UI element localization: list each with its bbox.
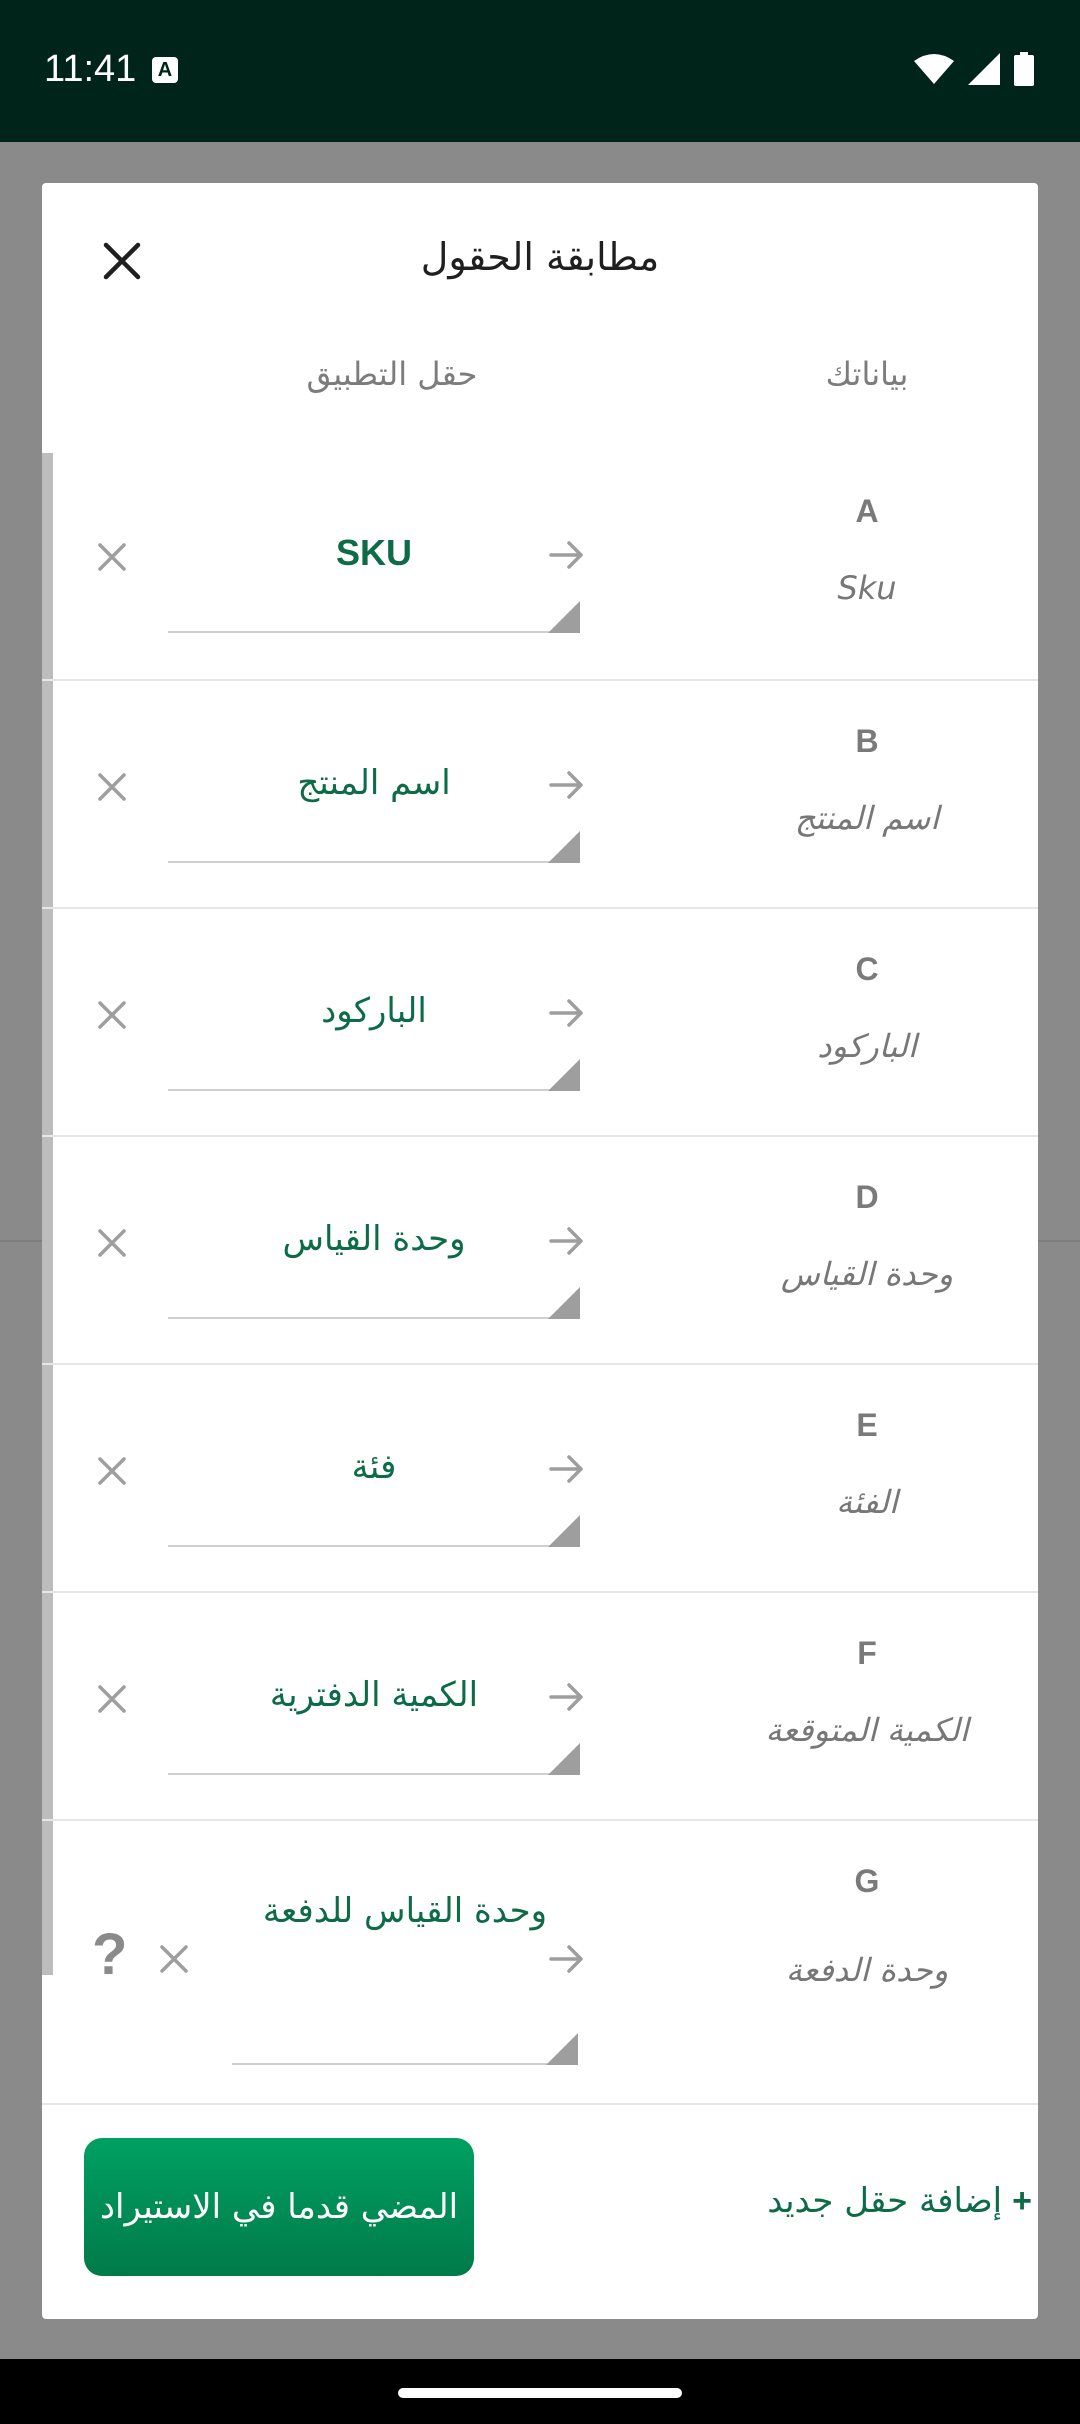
app-field-select[interactable]: وحدة القياس للدفعة: [232, 1881, 578, 2071]
column-letter: C: [855, 951, 879, 987]
source-column-name: اسم المنتج: [794, 799, 940, 837]
select-underline: [168, 1317, 580, 1319]
dropdown-corner-icon: [546, 2033, 578, 2065]
select-underline: [168, 631, 580, 633]
remove-mapping-icon[interactable]: [94, 1453, 130, 1489]
dialog-title: مطابقة الحقول: [420, 235, 660, 279]
dropdown-corner-icon: [548, 831, 580, 863]
app-field-select[interactable]: الباركود: [168, 949, 580, 1097]
dropdown-corner-icon: [548, 1287, 580, 1319]
source-column-name: Sku: [837, 569, 897, 607]
remove-mapping-icon[interactable]: [156, 1941, 192, 1977]
remove-mapping-icon[interactable]: [94, 539, 130, 575]
notification-badge-icon: A: [152, 57, 178, 83]
app-field-value: وحدة القياس للدفعة: [262, 1891, 548, 1931]
dropdown-corner-icon: [548, 601, 580, 633]
column-letter: B: [855, 723, 879, 759]
battery-icon: [1014, 52, 1034, 86]
column-header-app-field: حقل التطبيق: [306, 355, 478, 393]
status-time: 11:41: [44, 48, 137, 90]
select-underline: [168, 1089, 580, 1091]
app-field-select[interactable]: SKU: [168, 491, 580, 639]
mapping-row: A Sku SKU: [42, 451, 1038, 679]
source-column-name: وحدة القياس: [780, 1255, 954, 1293]
mapping-row: F الكمية المتوقعة الكمية الدفترية: [42, 1591, 1038, 1819]
app-field-value: الكمية الدفترية: [269, 1675, 479, 1715]
source-column-name: الفئة: [836, 1483, 898, 1521]
remove-mapping-icon[interactable]: [94, 1225, 130, 1261]
mapping-row: E الفئة فئة: [42, 1363, 1038, 1591]
add-new-field-label: إضافة حقل جديد: [767, 2181, 1003, 2221]
remove-mapping-icon[interactable]: [94, 1681, 130, 1717]
source-column-name: وحدة الدفعة: [785, 1951, 949, 1989]
app-field-select[interactable]: وحدة القياس: [168, 1177, 580, 1325]
select-underline: [168, 861, 580, 863]
plus-icon: +: [1012, 2182, 1032, 2220]
mapping-row: C الباركود الباركود: [42, 907, 1038, 1135]
app-field-value: فئة: [351, 1447, 397, 1487]
field-mapping-dialog: مطابقة الحقول بياناتك حقل التطبيق A Sku …: [42, 183, 1038, 2319]
app-field-value: وحدة القياس: [282, 1219, 466, 1259]
app-field-select[interactable]: اسم المنتج: [168, 721, 580, 869]
home-gesture-handle[interactable]: [398, 2388, 682, 2398]
mapping-row: G وحدة الدفعة وحدة القياس للدفعة ?: [42, 1819, 1038, 2109]
help-icon[interactable]: ?: [92, 1921, 127, 1988]
column-letter: F: [857, 1635, 877, 1671]
signal-icon: [968, 53, 1000, 85]
status-bar: 11:41 A: [0, 0, 1080, 142]
select-underline: [168, 1773, 580, 1775]
dialog-footer: +إضافة حقل جديد المضي قدما في الاستيراد: [42, 2103, 1038, 2319]
remove-mapping-icon[interactable]: [94, 997, 130, 1033]
app-field-value: اسم المنتج: [297, 763, 451, 803]
mapping-row: D وحدة القياس وحدة القياس: [42, 1135, 1038, 1363]
column-letter: G: [854, 1863, 880, 1899]
navigation-bar: [0, 2359, 1080, 2424]
continue-import-button[interactable]: المضي قدما في الاستيراد: [84, 2138, 474, 2276]
remove-mapping-icon[interactable]: [94, 769, 130, 805]
app-field-select[interactable]: الكمية الدفترية: [168, 1633, 580, 1781]
source-column-name: الباركود: [817, 1027, 917, 1065]
select-underline: [168, 1545, 580, 1547]
wifi-icon: [914, 54, 954, 84]
dropdown-corner-icon: [548, 1515, 580, 1547]
column-letter: A: [855, 493, 879, 529]
mapping-row: B اسم المنتج اسم المنتج: [42, 679, 1038, 907]
dropdown-corner-icon: [548, 1743, 580, 1775]
column-header-your-data: بياناتك: [825, 355, 909, 393]
app-field-value: SKU: [335, 532, 412, 573]
source-column-name: الكمية المتوقعة: [765, 1711, 969, 1749]
app-field-select[interactable]: فئة: [168, 1405, 580, 1553]
column-letter: D: [855, 1179, 879, 1215]
status-icons: [914, 52, 1034, 86]
mapping-list: A Sku SKU B اسم المنتج اسم المنتج C البا: [42, 451, 1038, 2109]
add-new-field-link[interactable]: +إضافة حقل جديد: [722, 2181, 1032, 2221]
app-field-value: الباركود: [321, 991, 427, 1031]
column-letter: E: [856, 1407, 878, 1443]
dropdown-corner-icon: [548, 1059, 580, 1091]
select-underline: [232, 2063, 578, 2065]
